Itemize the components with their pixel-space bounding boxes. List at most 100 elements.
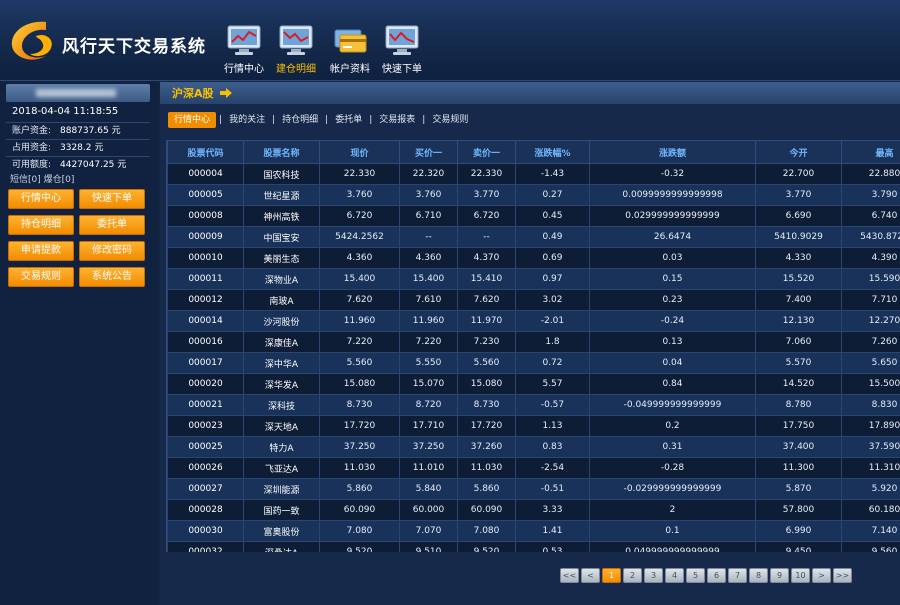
table-row[interactable]: 000016 深康佳A 7.220 7.220 7.230 1.8 0.13 7.060 7.2… <box>167 331 900 353</box>
open-cell: 8.780 <box>755 394 842 416</box>
nav-position-detail[interactable]: 建仓明细 <box>270 24 322 75</box>
table-row[interactable]: 000010 美丽生态 4.360 4.360 4.370 0.69 0.03 4.330 4.… <box>167 247 900 269</box>
tab-market-center[interactable]: 行情中心 <box>168 112 217 128</box>
stock-name-cell[interactable]: 深中华A <box>243 352 320 374</box>
tab-position-detail[interactable]: 持仓明细 <box>278 112 322 128</box>
page-number-button[interactable]: 8 <box>749 568 768 583</box>
stock-name-cell[interactable]: 沙河股份 <box>243 310 320 332</box>
price-cell: 15.400 <box>319 268 400 290</box>
page-number-button[interactable]: 5 <box>686 568 705 583</box>
page-number-button[interactable]: 7 <box>728 568 747 583</box>
tab-trading-rules[interactable]: 交易规则 <box>428 112 472 128</box>
column-header[interactable]: 买价一 <box>399 140 458 164</box>
table-row[interactable]: 000011 深物业A 15.400 15.400 15.410 0.97 0.15 15.5… <box>167 268 900 290</box>
stock-name-cell[interactable]: 中国宝安 <box>243 226 320 248</box>
market-center-button[interactable]: 行情中心 <box>8 189 74 209</box>
nav-account-info[interactable]: 帐户资料 <box>324 24 376 75</box>
column-header[interactable]: 股票代码 <box>167 140 244 164</box>
stock-name-cell[interactable]: 深物业A <box>243 268 320 290</box>
table-row[interactable]: 000021 深科技 8.730 8.720 8.730 -0.57 -0.04999999… <box>167 394 900 416</box>
change-password-button[interactable]: 修改密码 <box>79 241 145 261</box>
page-number-button[interactable]: 10 <box>791 568 810 583</box>
table-row[interactable]: 000023 深天地A 17.720 17.710 17.720 1.13 0.2 17.75… <box>167 415 900 437</box>
stock-name-cell[interactable]: 深天地A <box>243 415 320 437</box>
first-page-button[interactable]: << <box>560 568 579 583</box>
stock-name-cell[interactable]: 国农科技 <box>243 163 320 185</box>
table-row[interactable]: 000020 深华发A 15.080 15.070 15.080 5.57 0.84 14.5… <box>167 373 900 395</box>
table-row[interactable]: 000014 沙河股份 11.960 11.960 11.970 -2.01 -0.24 12… <box>167 310 900 332</box>
change-pct-cell: -2.01 <box>515 310 590 332</box>
table-row[interactable]: 000028 国药一致 60.090 60.000 60.090 3.33 2 57.800 6… <box>167 499 900 521</box>
open-cell: 7.400 <box>755 289 842 311</box>
stock-code-cell: 000021 <box>167 394 244 416</box>
change-amt-cell: 26.6474 <box>589 226 756 248</box>
open-cell: 57.800 <box>755 499 842 521</box>
stock-name-cell[interactable]: 美丽生态 <box>243 247 320 269</box>
nav-market-center[interactable]: 行情中心 <box>218 24 270 75</box>
page-number-button[interactable]: 1 <box>602 568 621 583</box>
message-counts[interactable]: 短信[0] 爆仓[0] <box>10 172 74 185</box>
column-header[interactable]: 今开 <box>755 140 842 164</box>
page-number-button[interactable]: 3 <box>644 568 663 583</box>
top-header: 风行天下交易系统 行情中心 建仓明细 帐户资料 快速下单 <box>0 0 900 81</box>
stock-name-cell[interactable]: 深科技 <box>243 394 320 416</box>
table-row[interactable]: 000008 神州高铁 6.720 6.710 6.720 0.45 0.029999999… <box>167 205 900 227</box>
column-header[interactable]: 涨跌额 <box>589 140 756 164</box>
stock-name-cell[interactable]: 南玻A <box>243 289 320 311</box>
position-detail-button[interactable]: 持仓明细 <box>8 215 74 235</box>
ask1-cell: -- <box>457 226 516 248</box>
table-row[interactable]: 000005 世纪星源 3.760 3.760 3.770 0.27 0.009999999… <box>167 184 900 206</box>
tab-trading-report[interactable]: 交易报表 <box>375 112 419 128</box>
page-number-button[interactable]: 2 <box>623 568 642 583</box>
column-header[interactable]: 现价 <box>319 140 400 164</box>
stock-name-cell[interactable]: 深康佳A <box>243 331 320 353</box>
high-cell: 4.390 <box>841 247 900 269</box>
table-row[interactable]: 000012 南玻A 7.620 7.610 7.620 3.02 0.23 7.400 7.7… <box>167 289 900 311</box>
stock-name-cell[interactable]: 深华发A <box>243 373 320 395</box>
table-row[interactable]: 000017 深中华A 5.560 5.550 5.560 0.72 0.04 5.570 5.… <box>167 352 900 374</box>
table-row[interactable]: 000032深桑达A9.5209.5109.5200.530.049999999… <box>167 541 900 552</box>
column-header[interactable]: 卖价一 <box>457 140 516 164</box>
last-page-button[interactable]: >> <box>833 568 852 583</box>
stock-name-cell[interactable]: 飞亚达A <box>243 457 320 479</box>
open-cell: 12.130 <box>755 310 842 332</box>
stock-name-cell[interactable]: 深桑达A <box>243 541 320 552</box>
table-row[interactable]: 000025 特力A 37.250 37.250 37.260 0.83 0.31 37.40… <box>167 436 900 458</box>
stock-name-cell[interactable]: 国药一致 <box>243 499 320 521</box>
table-row[interactable]: 000026 飞亚达A 11.030 11.010 11.030 -2.54 -0.28 11… <box>167 457 900 479</box>
prev-page-button[interactable]: < <box>581 568 600 583</box>
stock-name-cell[interactable]: 神州高铁 <box>243 205 320 227</box>
trading-rules-button[interactable]: 交易规则 <box>8 267 74 287</box>
quick-order-button[interactable]: 快速下单 <box>79 189 145 209</box>
entrust-order-button[interactable]: 委托单 <box>79 215 145 235</box>
column-header[interactable]: 股票名称 <box>243 140 320 164</box>
info-value: 3328.2 <box>60 143 92 153</box>
tab-my-watchlist[interactable]: 我的关注 <box>225 112 269 128</box>
page-number-button[interactable]: 9 <box>770 568 789 583</box>
withdraw-request-button[interactable]: 申请提款 <box>8 241 74 261</box>
stock-name-cell[interactable]: 特力A <box>243 436 320 458</box>
tab-entrust-order[interactable]: 委托单 <box>331 112 366 128</box>
column-header[interactable]: 最高 <box>841 140 900 164</box>
stock-code-cell: 000017 <box>167 352 244 374</box>
open-cell: 37.400 <box>755 436 842 458</box>
table-row[interactable]: 000027 深圳能源 5.860 5.840 5.860 -0.51 -0.0299999… <box>167 478 900 500</box>
nav-quick-order[interactable]: 快速下单 <box>376 24 428 75</box>
price-cell: 9.520 <box>319 541 400 552</box>
stock-name-cell[interactable]: 深圳能源 <box>243 478 320 500</box>
open-cell: 5410.9029 <box>755 226 842 248</box>
change-amt-cell: -0.049999999999999 <box>589 394 756 416</box>
page-number-button[interactable]: 6 <box>707 568 726 583</box>
page-number-button[interactable]: 4 <box>665 568 684 583</box>
column-header[interactable]: 涨跌幅% <box>515 140 590 164</box>
stock-name-cell[interactable]: 富奥股份 <box>243 520 320 542</box>
table-row[interactable]: 000030 富奥股份 7.080 7.070 7.080 1.41 0.1 6.990 7.1… <box>167 520 900 542</box>
price-cell: 15.080 <box>319 373 400 395</box>
change-pct-cell: 1.13 <box>515 415 590 437</box>
next-page-button[interactable]: > <box>812 568 831 583</box>
table-row[interactable]: 000004 国农科技 22.330 22.320 22.330 -1.43 -0.32 22… <box>167 163 900 185</box>
open-cell: 6.990 <box>755 520 842 542</box>
table-row[interactable]: 000009 中国宝安 5424.2562 -- -- 0.49 26.6474 5410.9… <box>167 226 900 248</box>
system-notice-button[interactable]: 系统公告 <box>79 267 145 287</box>
stock-name-cell[interactable]: 世纪星源 <box>243 184 320 206</box>
